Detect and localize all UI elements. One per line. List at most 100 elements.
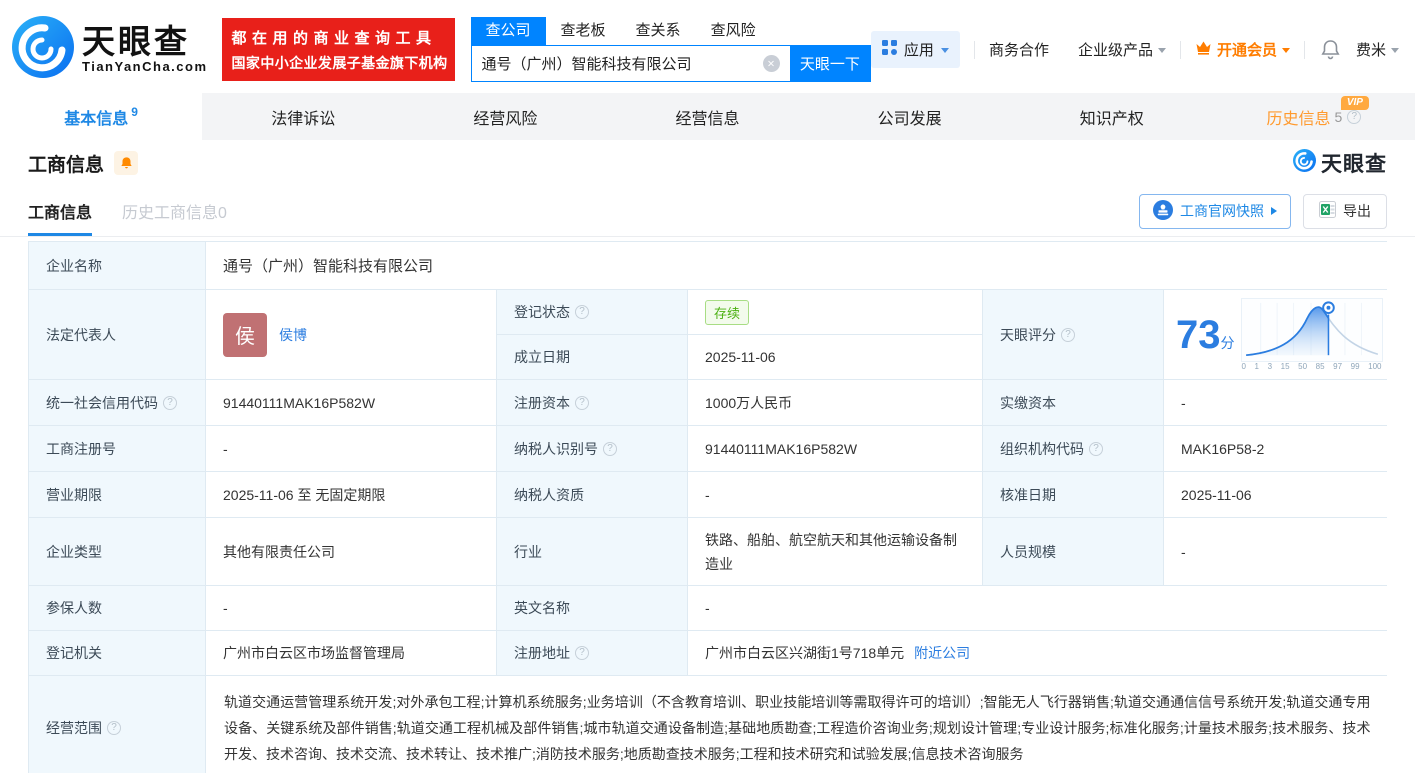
chevron-down-icon: [1157, 48, 1166, 53]
label-legal-representative: 法定代表人: [29, 290, 205, 379]
help-icon[interactable]: [163, 395, 177, 410]
registration-status-text: 登记状态: [514, 304, 570, 320]
export-label: 导出: [1343, 203, 1371, 219]
divider: [973, 40, 975, 59]
help-icon[interactable]: [575, 646, 589, 660]
header-right-menu: 应用 商务合作 企业级产品 开通会员 费米: [870, 31, 1399, 68]
tab-basic-info[interactable]: 基本信息 9: [0, 93, 203, 140]
tianyancha-logo[interactable]: 天眼查 TianYanCha.com: [12, 16, 208, 83]
value-taxpayer-id: 91440111MAK16P582W: [688, 426, 982, 471]
help-icon[interactable]: [575, 395, 589, 410]
search-tab-company[interactable]: 查公司: [470, 17, 546, 45]
search-tab-boss[interactable]: 查老板: [546, 17, 621, 45]
label-business-term: 营业期限: [29, 472, 205, 517]
search-tab-relation[interactable]: 查关系: [621, 17, 696, 45]
section-header: 工商信息 天眼查: [0, 140, 1415, 186]
promo-line1: 都在用的商业查询工具: [231, 30, 437, 47]
user-account-menu[interactable]: 费米: [1356, 39, 1399, 60]
search-input[interactable]: [471, 46, 763, 81]
help-icon[interactable]: [107, 720, 121, 735]
tab-basic-info-label: 基本信息: [64, 110, 129, 128]
top-header: 天眼查 TianYanCha.com 都在用的商业查询工具 国家中小企业发展子基…: [0, 0, 1415, 93]
search-button[interactable]: 天眼一下: [789, 46, 870, 81]
arrow-right-icon: [1271, 207, 1277, 215]
divider: [1303, 40, 1305, 59]
vip-upgrade-menu[interactable]: 开通会员: [1195, 39, 1290, 60]
value-paid-capital: -: [1164, 380, 1389, 425]
tab-intellectual-property-label: 知识产权: [1079, 110, 1144, 128]
registered-address-value: 广州市白云区兴湖街1号718单元: [705, 645, 905, 661]
label-paid-capital: 实缴资本: [983, 380, 1163, 425]
vip-upgrade-label: 开通会员: [1216, 42, 1277, 59]
business-scope-text: 经营范围: [46, 719, 102, 736]
help-icon[interactable]: [603, 441, 617, 456]
value-company-type: 其他有限责任公司: [206, 518, 496, 585]
value-insured-count: -: [206, 586, 496, 630]
value-org-code: MAK16P58-2: [1164, 426, 1389, 471]
label-credit-code: 统一社会信用代码: [29, 380, 205, 425]
status-badge: 存续: [705, 299, 750, 325]
tianyan-score-text: 天眼评分: [1000, 326, 1056, 343]
tab-company-development-label: 公司发展: [877, 110, 942, 128]
label-insured-count: 参保人数: [29, 586, 205, 630]
apps-menu-button[interactable]: 应用: [870, 31, 960, 68]
tab-operation-risk[interactable]: 经营风险: [404, 93, 606, 140]
value-english-name: -: [688, 586, 1389, 630]
taxpayer-id-text: 纳税人识别号: [514, 440, 598, 457]
watermark-logo: 天眼查: [1293, 148, 1387, 178]
apps-label: 应用: [903, 42, 934, 59]
subscribe-bell-button[interactable]: [114, 151, 139, 175]
value-company-name: 通号（广州）智能科技有限公司: [206, 242, 1389, 289]
registered-address-text: 注册地址: [514, 645, 570, 661]
value-taxpayer-quality: -: [688, 472, 982, 517]
credit-code-text: 统一社会信用代码: [46, 394, 158, 411]
value-registration-status: 存续: [688, 290, 982, 334]
company-nav-tabs: 基本信息 9 法律诉讼 经营风险 经营信息 公司发展 知识产权 VIP 历史信息…: [0, 93, 1415, 140]
value-staff-size: -: [1164, 518, 1389, 585]
help-icon[interactable]: [1347, 109, 1362, 124]
label-company-name: 企业名称: [29, 242, 205, 289]
value-establish-date: 2025-11-06: [688, 335, 982, 379]
value-business-scope: 轨道交通运营管理系统开发;对外承包工程;计算机系统服务;业务培训（不含教育培训、…: [206, 676, 1389, 773]
legal-rep-avatar[interactable]: 侯: [223, 312, 267, 357]
notification-bell-icon[interactable]: [1321, 39, 1340, 60]
table-actions: 工商官网快照 导出: [1139, 193, 1387, 229]
section-title: 工商信息: [28, 154, 105, 176]
tianyancha-swirl-icon-small: [1293, 149, 1316, 177]
help-icon[interactable]: [1061, 327, 1075, 342]
score-marker-pin: [1321, 301, 1335, 315]
value-approve-date: 2025-11-06: [1164, 472, 1389, 517]
chevron-down-icon: [1281, 48, 1290, 53]
label-business-scope: 经营范围: [29, 676, 205, 773]
subtab-history-business-info[interactable]: 历史工商信息0: [122, 186, 227, 236]
tab-history-info[interactable]: VIP 历史信息 5: [1213, 93, 1415, 140]
official-snapshot-button[interactable]: 工商官网快照: [1139, 193, 1291, 229]
tab-operation-info[interactable]: 经营信息: [606, 93, 808, 140]
official-snapshot-label: 工商官网快照: [1180, 203, 1264, 219]
business-info-table: 企业名称 通号（广州）智能科技有限公司 法定代表人 侯 侯博 登记状态 存续 天…: [28, 241, 1389, 773]
value-registration-number: -: [206, 426, 496, 471]
label-company-type: 企业类型: [29, 518, 205, 585]
search-tabs: 查公司 查老板 查关系 查风险: [470, 17, 871, 45]
divider: [1179, 40, 1181, 59]
help-icon[interactable]: [1089, 441, 1103, 456]
clear-input-icon[interactable]: [762, 55, 780, 72]
label-tianyan-score: 天眼评分: [983, 290, 1163, 379]
chevron-down-icon: [1391, 48, 1399, 53]
search-tab-risk[interactable]: 查风险: [696, 17, 771, 45]
label-taxpayer-id: 纳税人识别号: [497, 426, 687, 471]
enterprise-products-menu[interactable]: 企业级产品: [1078, 39, 1166, 60]
value-registered-address: 广州市白云区兴湖街1号718单元 附近公司: [688, 631, 1389, 675]
nearby-companies-link[interactable]: 附近公司: [914, 643, 970, 663]
promo-line2: 国家中小企业发展子基金旗下机构: [231, 55, 448, 71]
subtab-business-info[interactable]: 工商信息: [28, 186, 93, 236]
business-cooperation-link[interactable]: 商务合作: [989, 39, 1049, 60]
help-icon[interactable]: [575, 305, 589, 319]
tab-legal-proceedings[interactable]: 法律诉讼: [202, 93, 404, 140]
legal-rep-name-link[interactable]: 侯博: [279, 325, 307, 345]
tab-company-development[interactable]: 公司发展: [809, 93, 1011, 140]
watermark-logo-text: 天眼查: [1321, 153, 1387, 176]
export-button[interactable]: 导出: [1303, 193, 1387, 229]
tab-intellectual-property[interactable]: 知识产权: [1011, 93, 1213, 140]
